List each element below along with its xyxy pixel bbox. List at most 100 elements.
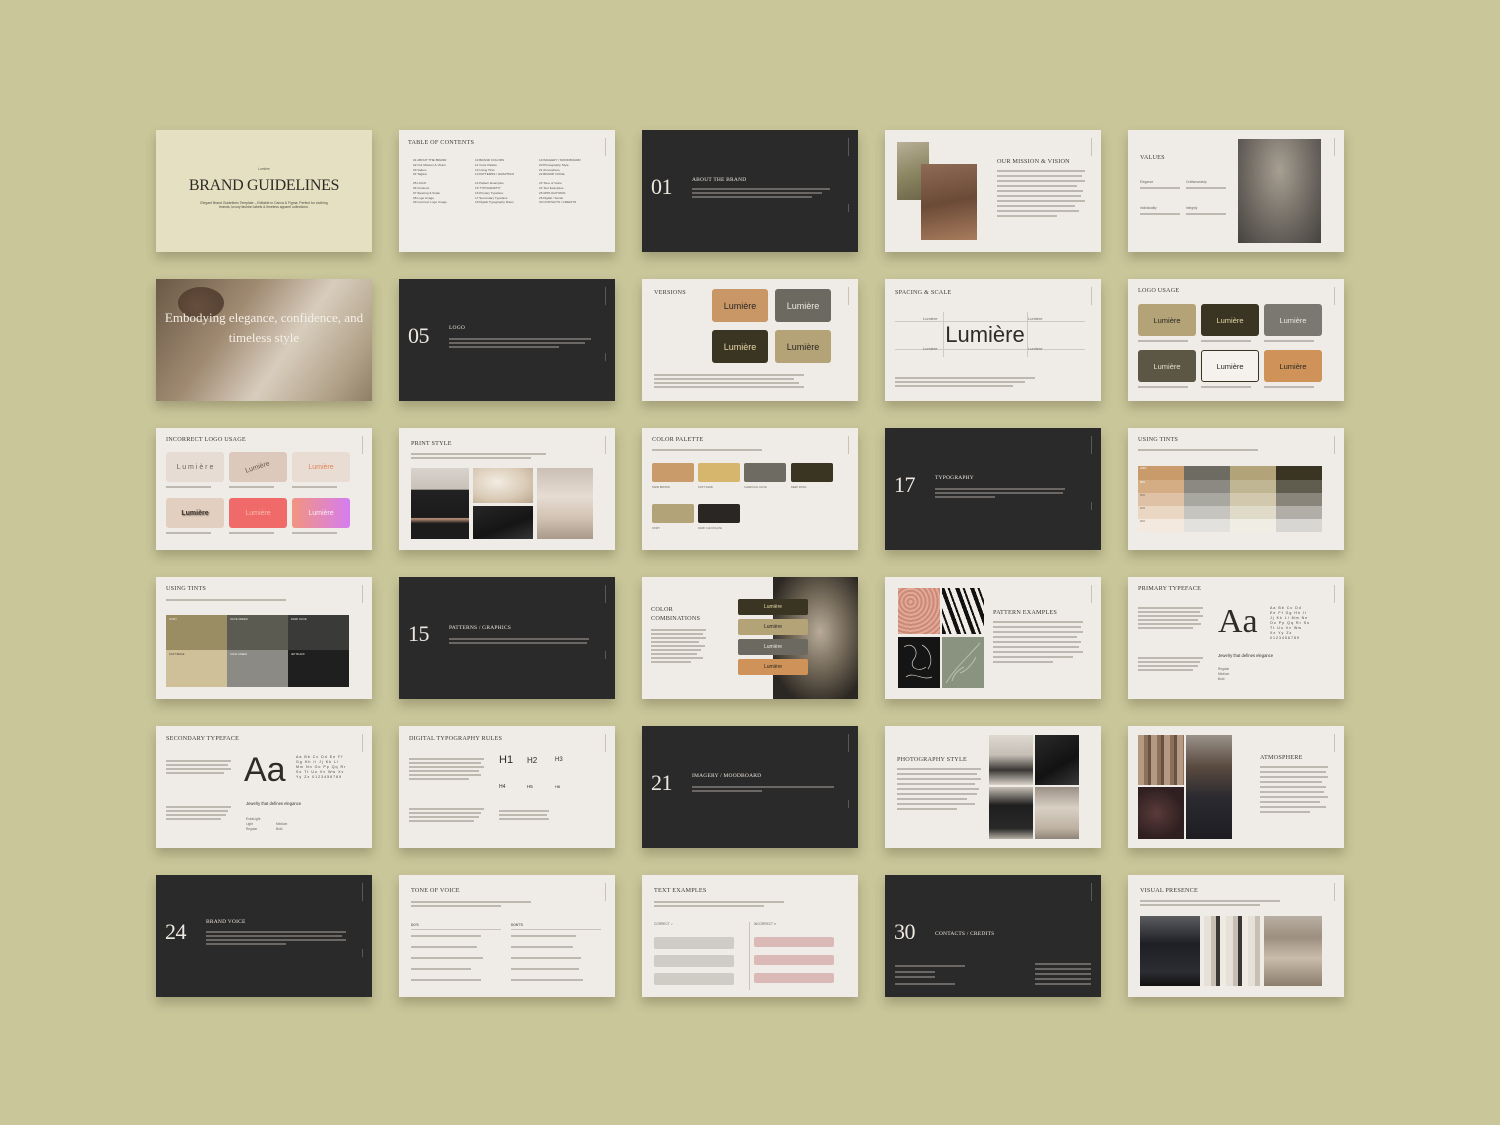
slide-print-style[interactable]: PRINT STYLE xyxy=(399,428,615,550)
slide-contacts-credits[interactable]: 30 CONTACTS / CREDITS xyxy=(885,875,1101,997)
swatch-name: IVORY xyxy=(652,527,661,530)
slide-secondary-typeface[interactable]: SECONDARY TYPEFACE Aa Aa Bb Cc Dd Ee Ff … xyxy=(156,726,372,848)
correct-header: CORRECT ✓ xyxy=(654,922,674,926)
slide-primary-typeface[interactable]: PRIMARY TYPEFACE Aa Aa Bb Cc Dd Ee Ff Gg… xyxy=(1128,577,1344,699)
slide-text-examples[interactable]: TEXT EXAMPLES CORRECT ✓ INCORRECT ✕ xyxy=(642,875,858,997)
section-title: TYPOGRAPHY xyxy=(935,475,974,481)
fashion-photo xyxy=(1264,916,1322,986)
body-text-line xyxy=(654,378,794,380)
slide-title: PRIMARY TYPEFACE xyxy=(1138,585,1202,592)
body-text-line xyxy=(1138,449,1258,451)
side-marker xyxy=(1334,585,1335,603)
swatch-ivory: IVORY xyxy=(166,615,227,650)
side-marker xyxy=(848,734,849,752)
slide-photography-style[interactable]: PHOTOGRAPHY STYLE xyxy=(885,726,1101,848)
slide-values[interactable]: VALUES Elegance Craftsmanship Individual… xyxy=(1128,130,1344,252)
body-text-line xyxy=(651,653,697,655)
slide-versions[interactable]: VERSIONS Lumière Lumière Lumière Lumière xyxy=(642,279,858,401)
body-text-line xyxy=(692,786,834,788)
logo-on-sand: Lumière xyxy=(1264,350,1322,382)
section-title: PATTERNS / GRAPHICS xyxy=(449,625,511,631)
cross-icon: ✕ xyxy=(773,922,777,926)
body-text-line xyxy=(895,971,935,973)
logo-version-olive: Lumière xyxy=(775,289,831,322)
slide-title: VALUES xyxy=(1140,154,1165,161)
incorrect-gradient: Lumière xyxy=(292,498,350,528)
body-text-line xyxy=(993,626,1081,628)
incorrect-color: Lumière xyxy=(292,452,350,482)
correct-example-bubble xyxy=(654,973,734,985)
slide-hero-quote[interactable]: Embodying elegance, confidence, and time… xyxy=(156,279,372,401)
body-text-line xyxy=(651,637,706,639)
body-text-line xyxy=(1138,627,1193,629)
body-text-line xyxy=(1260,766,1328,768)
body-text-line xyxy=(895,965,965,967)
side-marker xyxy=(1334,287,1335,305)
slide-color-palette[interactable]: COLOR PALETTE SAND BROWN SOFT SAND CHARC… xyxy=(642,428,858,550)
body-text-line xyxy=(993,661,1053,663)
body-text-line xyxy=(654,382,799,384)
slide-using-tints[interactable]: USING TINTS 100% 80% 60% 40% 20% xyxy=(1128,428,1344,550)
fashion-photo xyxy=(1140,916,1200,986)
donts-header: DON'TS xyxy=(511,923,523,927)
fabric-photo xyxy=(1138,787,1184,839)
body-text-line xyxy=(1140,900,1280,902)
body-text-line xyxy=(166,772,224,774)
slide-color-combinations[interactable]: COLOR COMBINATIONS Lumière Lumière Lumiè… xyxy=(642,577,858,699)
swatch-jet-black: JET BLACK xyxy=(288,650,349,687)
slide-logo-usage[interactable]: LOGO USAGE Lumière Lumière Lumière Lumiè… xyxy=(1128,279,1344,401)
body-text-line xyxy=(654,901,784,903)
body-text-line xyxy=(654,386,804,388)
slide-patterns-section[interactable]: 15 PATTERNS / GRAPHICS xyxy=(399,577,615,699)
slide-pattern-examples[interactable]: PATTERN EXAMPLES xyxy=(885,577,1101,699)
section-title: CONTACTS / CREDITS xyxy=(935,931,995,937)
slide-spacing-scale[interactable]: SPACING & SCALE Lumiere Lumiere Lumiere … xyxy=(885,279,1101,401)
section-number: 30 xyxy=(894,919,916,944)
typeface-sample: Aa xyxy=(1218,603,1258,640)
body-text-line xyxy=(997,170,1085,172)
credit-line xyxy=(1035,978,1091,980)
body-text-line xyxy=(897,788,979,790)
slide-about-the-brand[interactable]: 01 ABOUT THE BRAND xyxy=(642,130,858,252)
cover-subtitle: Elegant Brand Guidelines Template – Edit… xyxy=(200,201,328,210)
body-text-line xyxy=(651,657,703,659)
slide-table-of-contents[interactable]: TABLE OF CONTENTS 01 ABOUT THE BRAND 02 O… xyxy=(399,130,615,252)
slide-title: PATTERN EXAMPLES xyxy=(993,609,1057,616)
slide-incorrect-logo-usage[interactable]: INCORRECT LOGO USAGE L u m i è r e Lumiè… xyxy=(156,428,372,550)
logo-on-light: Lumière xyxy=(1201,350,1259,382)
slide-digital-typography-rules[interactable]: DIGITAL TYPOGRAPHY RULES H1 H2 H3 H4 H5 … xyxy=(399,726,615,848)
side-marker xyxy=(362,949,363,957)
swatch-soft-sand xyxy=(698,463,740,482)
slide-typography-section[interactable]: 17 TYPOGRAPHY xyxy=(885,428,1101,550)
heading-h5: H5 xyxy=(527,784,533,789)
slide-using-tints-2[interactable]: USING TINTS IVORY OLIVE GREEN DARK OLIVE… xyxy=(156,577,372,699)
logo-version-moss: Lumière xyxy=(712,330,768,363)
slide-mission-vision[interactable]: OUR MISSION & VISION xyxy=(885,130,1101,252)
body-text-line xyxy=(897,803,975,805)
slide-imagery-section[interactable]: 21 IMAGERY / MOODBOARD xyxy=(642,726,858,848)
body-text-line xyxy=(1138,615,1203,617)
body-text-line xyxy=(449,642,587,644)
fashion-photo xyxy=(921,164,977,240)
slide-brand-voice-section[interactable]: 24 BRAND VOICE xyxy=(156,875,372,997)
small-logo-word: Lumiere xyxy=(923,346,938,351)
body-text-line xyxy=(449,338,591,340)
body-text-line xyxy=(993,646,1079,648)
body-text-line xyxy=(1138,611,1200,613)
slide-cover[interactable]: Lumière BRAND GUIDELINES Elegant Brand G… xyxy=(156,130,372,252)
hero-quote: Embodying elegance, confidence, and time… xyxy=(164,310,364,345)
body-text-line xyxy=(692,192,822,194)
section-number: 24 xyxy=(165,919,187,944)
slide-visual-presence[interactable]: VISUAL PRESENCE xyxy=(1128,875,1344,997)
toc-column-2: 10 BRAND COLORS 11 Color Palette 12 Using … xyxy=(475,158,515,205)
slide-tone-of-voice[interactable]: TONE OF VOICE DO'S DON'TS xyxy=(399,875,615,997)
section-number: 21 xyxy=(651,770,673,795)
pattern-tile-coral xyxy=(898,588,940,634)
swatch-soft-beige: SOFT BEIGE xyxy=(166,650,227,687)
slide-logo-section[interactable]: 05 LOGO xyxy=(399,279,615,401)
side-marker xyxy=(1091,883,1092,901)
slide-atmosphere[interactable]: ATMOSPHERE xyxy=(1128,726,1344,848)
list-item xyxy=(511,957,581,959)
caption-line xyxy=(292,486,337,488)
body-text-line xyxy=(449,638,589,640)
